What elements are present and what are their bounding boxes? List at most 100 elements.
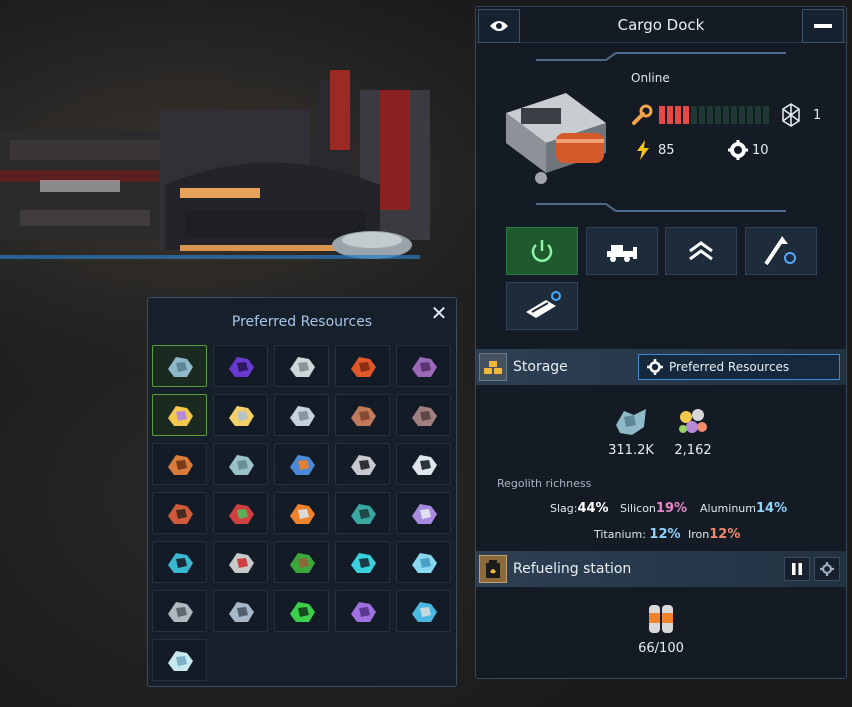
richness-silicon: Silicon19% [620,501,688,516]
coolant-tanks-icon [411,602,437,622]
green-chip-icon [289,602,315,622]
richness-aluminum: Aluminum14% [700,501,788,516]
health-segment [691,106,697,124]
popup-title: Preferred Resources [231,314,373,330]
close-icon[interactable]: ✕ [428,302,450,324]
bulldozer-button[interactable] [586,227,658,275]
resource-cell[interactable] [274,394,329,436]
cable-spool-icon [167,504,193,524]
resource-cell[interactable] [335,345,390,387]
resource-cell[interactable] [396,345,451,387]
power-value: 85 [658,142,675,158]
resource-cell[interactable] [335,541,390,583]
power-icon [531,240,553,262]
resource-cell[interactable] [274,492,329,534]
richness-iron: Iron12% [688,527,741,542]
ice-chunk-icon [167,651,193,671]
power-button[interactable] [506,227,578,275]
resource-cell[interactable] [152,443,207,485]
conveyor-settings-button[interactable] [506,282,578,330]
resource-cell[interactable] [396,492,451,534]
resource-cell[interactable] [152,541,207,583]
upgrade-button[interactable] [665,227,737,275]
gold-ingot-icon [228,406,254,426]
steel-pipes-icon [289,406,315,426]
health-bar [659,106,769,124]
storage-item: 2,162 [668,405,718,458]
resource-cell[interactable] [213,394,268,436]
health-segment [659,106,665,124]
fuel-storage: 66/100 [631,599,691,656]
lightning-icon [637,140,649,160]
resource-cell[interactable] [152,394,207,436]
preferred-resources-button[interactable]: Preferred Resources [638,354,840,380]
fuel-canisters-icon [649,605,673,633]
storage-item: 311.2K [606,405,656,458]
resource-cell[interactable] [152,345,207,387]
storage-amount: 311.2K [608,443,654,458]
resource-cell[interactable] [274,345,329,387]
cryo-device-icon [167,553,193,573]
resource-cell[interactable] [335,492,390,534]
purple-crate-icon [411,504,437,524]
resource-cell[interactable] [152,492,207,534]
resource-cell[interactable] [213,443,268,485]
fuel-canisters-icon [289,504,315,524]
resource-cell[interactable] [396,590,451,632]
health-row: 1 [631,101,821,129]
silicon-ore-icon [289,357,315,377]
slag-icon [616,409,646,435]
battery-cells-icon [289,455,315,475]
bricks-icon [350,406,376,426]
bulldozer-icon [607,245,637,262]
gear-icon [647,359,663,375]
resource-cell[interactable] [335,590,390,632]
storage-header: Storage Preferred Resources [476,349,846,385]
resource-cell[interactable] [396,443,451,485]
violet-capsule-icon [350,602,376,622]
gold-bars-icon [479,353,507,381]
relocate-button[interactable] [745,227,817,275]
resource-cell[interactable] [274,590,329,632]
wrench-icon [632,104,653,125]
health-segment [667,106,673,124]
resource-cell[interactable] [152,590,207,632]
resource-cell[interactable] [213,492,268,534]
resource-cell[interactable] [335,443,390,485]
gear-icon [820,562,834,576]
cargo-ship-background [0,70,430,259]
upgrade-chevrons-icon [689,241,713,261]
pause-button[interactable] [784,557,810,581]
status-text: Online [631,71,670,85]
storage-amount: 2,162 [674,443,712,458]
resource-cell[interactable] [213,345,268,387]
health-segment [675,106,681,124]
workers-row: 10 [728,140,769,160]
workers-value: 10 [752,142,769,158]
resource-cell[interactable] [396,394,451,436]
health-segment [731,106,737,124]
resource-cell[interactable] [335,394,390,436]
frame-cube-icon [411,455,437,475]
resource-cell[interactable] [274,541,329,583]
resource-cell[interactable] [274,443,329,485]
preferred-resources-popup: Preferred Resources ✕ [147,297,457,687]
refuel-settings-button[interactable] [814,557,840,581]
health-segment [715,106,721,124]
health-segment [699,106,705,124]
richness-label: Regolith richness [497,477,592,490]
frame-count: 1 [813,107,822,123]
resource-cell[interactable] [396,541,451,583]
resource-cell[interactable] [152,639,207,681]
minimize-icon[interactable] [802,9,844,43]
copper-ore-icon [350,357,376,377]
capsule-icon [350,455,376,475]
storage-label: Storage [513,359,568,375]
health-segment [755,106,761,124]
regolith-mix-icon [167,406,193,426]
iron-bar-icon [411,406,437,426]
resource-cell[interactable] [213,541,268,583]
resource-cell[interactable] [213,590,268,632]
fuel-can-icon [479,555,507,583]
relocate-icon [764,236,796,266]
